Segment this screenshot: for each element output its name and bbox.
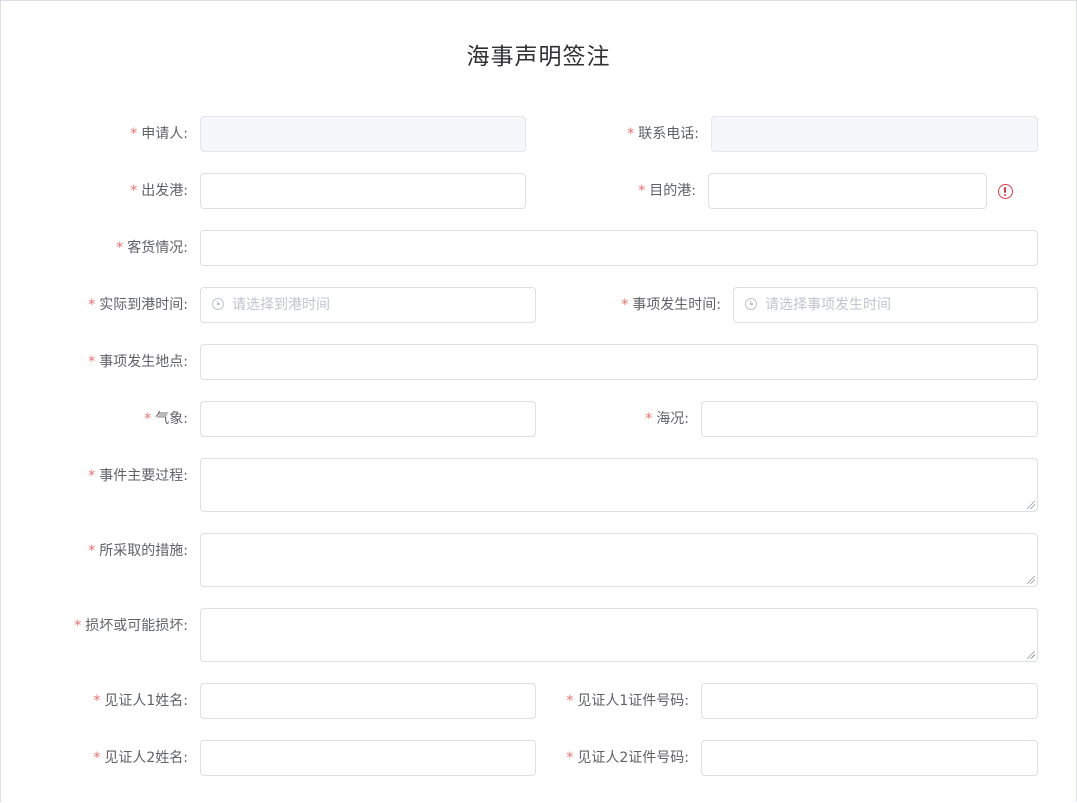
witness2-name-input[interactable] bbox=[200, 740, 536, 776]
weather-input[interactable] bbox=[200, 401, 536, 437]
required-mark: * bbox=[88, 297, 96, 313]
destination-port-label: * 目的港: bbox=[638, 183, 696, 199]
resize-handle-icon[interactable] bbox=[1027, 501, 1035, 509]
required-mark: * bbox=[566, 750, 574, 766]
applicant-label: * 申请人: bbox=[130, 126, 188, 142]
event-process-label: * 事件主要过程: bbox=[88, 468, 188, 484]
required-mark: * bbox=[88, 468, 96, 484]
required-mark: * bbox=[88, 543, 96, 559]
arrival-time-placeholder: 请选择到港时间 bbox=[232, 297, 330, 313]
required-mark: * bbox=[638, 183, 646, 199]
arrival-time-label: * 实际到港时间: bbox=[88, 297, 188, 313]
witness1-id-input[interactable] bbox=[701, 683, 1038, 719]
witness2-name-label: * 见证人2姓名: bbox=[93, 750, 188, 766]
event-process-textarea[interactable] bbox=[200, 458, 1038, 512]
measures-textarea[interactable] bbox=[200, 533, 1038, 587]
event-location-input[interactable] bbox=[200, 344, 1038, 380]
required-mark: * bbox=[74, 618, 82, 634]
cargo-label: * 客货情况: bbox=[116, 240, 188, 256]
resize-handle-icon[interactable] bbox=[1027, 576, 1035, 584]
required-mark: * bbox=[88, 354, 96, 370]
required-mark: * bbox=[130, 126, 138, 142]
weather-label: * 气象: bbox=[144, 411, 188, 427]
required-mark: * bbox=[116, 240, 124, 256]
damage-textarea[interactable] bbox=[200, 608, 1038, 662]
required-mark: * bbox=[627, 126, 635, 142]
arrival-time-picker[interactable]: 请选择到港时间 bbox=[200, 287, 536, 323]
event-time-placeholder: 请选择事项发生时间 bbox=[765, 297, 891, 313]
required-mark: * bbox=[130, 183, 138, 199]
cargo-input[interactable] bbox=[200, 230, 1038, 266]
resize-handle-icon[interactable] bbox=[1027, 651, 1035, 659]
page-title: 海事声明签注 bbox=[466, 44, 611, 70]
phone-label: * 联系电话: bbox=[627, 126, 699, 142]
required-mark: * bbox=[645, 411, 653, 427]
exclamation-circle-icon bbox=[998, 184, 1013, 199]
destination-port-input[interactable] bbox=[708, 173, 987, 209]
phone-input[interactable] bbox=[711, 116, 1038, 152]
required-mark: * bbox=[93, 693, 101, 709]
declaration-form-page: 海事声明签注 * 申请人: * 联系电话: * 出发港: * 目的港: * 客货情况: *… bbox=[0, 0, 1077, 802]
event-time-label: * 事项发生时间: bbox=[621, 297, 721, 313]
clock-icon bbox=[745, 298, 757, 310]
damage-label: * 损坏或可能损坏: bbox=[74, 618, 188, 634]
witness1-name-label: * 见证人1姓名: bbox=[93, 693, 188, 709]
sea-condition-label: * 海况: bbox=[645, 411, 689, 427]
applicant-input[interactable] bbox=[200, 116, 526, 152]
required-mark: * bbox=[621, 297, 629, 313]
event-location-label: * 事项发生地点: bbox=[88, 354, 188, 370]
clock-icon bbox=[212, 298, 224, 310]
measures-label: * 所采取的措施: bbox=[88, 543, 188, 559]
required-mark: * bbox=[566, 693, 574, 709]
departure-port-label: * 出发港: bbox=[130, 183, 188, 199]
witness2-id-input[interactable] bbox=[701, 740, 1038, 776]
event-time-picker[interactable]: 请选择事项发生时间 bbox=[733, 287, 1038, 323]
witness2-id-label: * 见证人2证件号码: bbox=[566, 750, 689, 766]
required-mark: * bbox=[93, 750, 101, 766]
required-mark: * bbox=[144, 411, 152, 427]
sea-condition-input[interactable] bbox=[701, 401, 1038, 437]
witness1-id-label: * 见证人1证件号码: bbox=[566, 693, 689, 709]
witness1-name-input[interactable] bbox=[200, 683, 536, 719]
departure-port-input[interactable] bbox=[200, 173, 526, 209]
